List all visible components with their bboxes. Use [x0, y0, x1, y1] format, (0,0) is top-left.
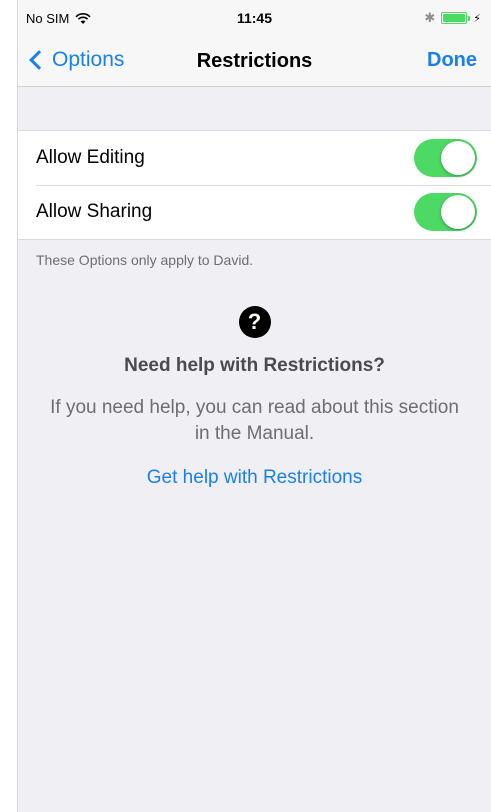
question-icon: ? — [238, 306, 271, 338]
bluetooth-icon: ✱ — [424, 10, 436, 25]
status-bar: No SIM 11:45 ✱ ⚡ — [18, 0, 491, 38]
help-body: If you need help, you can read about thi… — [50, 397, 459, 444]
get-help-link[interactable]: Get help with Restrictions — [18, 467, 491, 489]
allow-editing-label: Allow Editing — [36, 147, 145, 168]
allow-sharing-label: Allow Sharing — [36, 201, 153, 222]
allow-sharing-toggle[interactable] — [414, 193, 477, 231]
allow-editing-row: Allow Editing — [18, 131, 491, 185]
page-title: Restrictions — [196, 50, 313, 72]
status-time: 11:45 — [236, 10, 273, 26]
battery-icon — [441, 12, 471, 24]
help-title: Need help with Restrictions? — [124, 355, 385, 376]
screen: No SIM 11:45 ✱ ⚡ Options Restrictions Do… — [0, 0, 491, 812]
allow-sharing-row: Allow Sharing — [18, 185, 491, 239]
allow-editing-toggle[interactable] — [414, 139, 477, 177]
navigation-bar: Options Restrictions Done — [18, 38, 491, 87]
restrictions-settings-group: Allow Editing Allow Sharing — [18, 130, 491, 240]
group-footnote: These Options only apply to David. — [36, 252, 254, 268]
toggle-knob — [441, 141, 475, 175]
charging-icon: ⚡ — [473, 12, 481, 25]
done-button[interactable]: Done — [427, 49, 477, 72]
phone-screen: No SIM 11:45 ✱ ⚡ Options Restrictions Do… — [17, 0, 491, 812]
toggle-knob — [441, 195, 475, 229]
status-right: ✱ ⚡ — [424, 10, 481, 26]
